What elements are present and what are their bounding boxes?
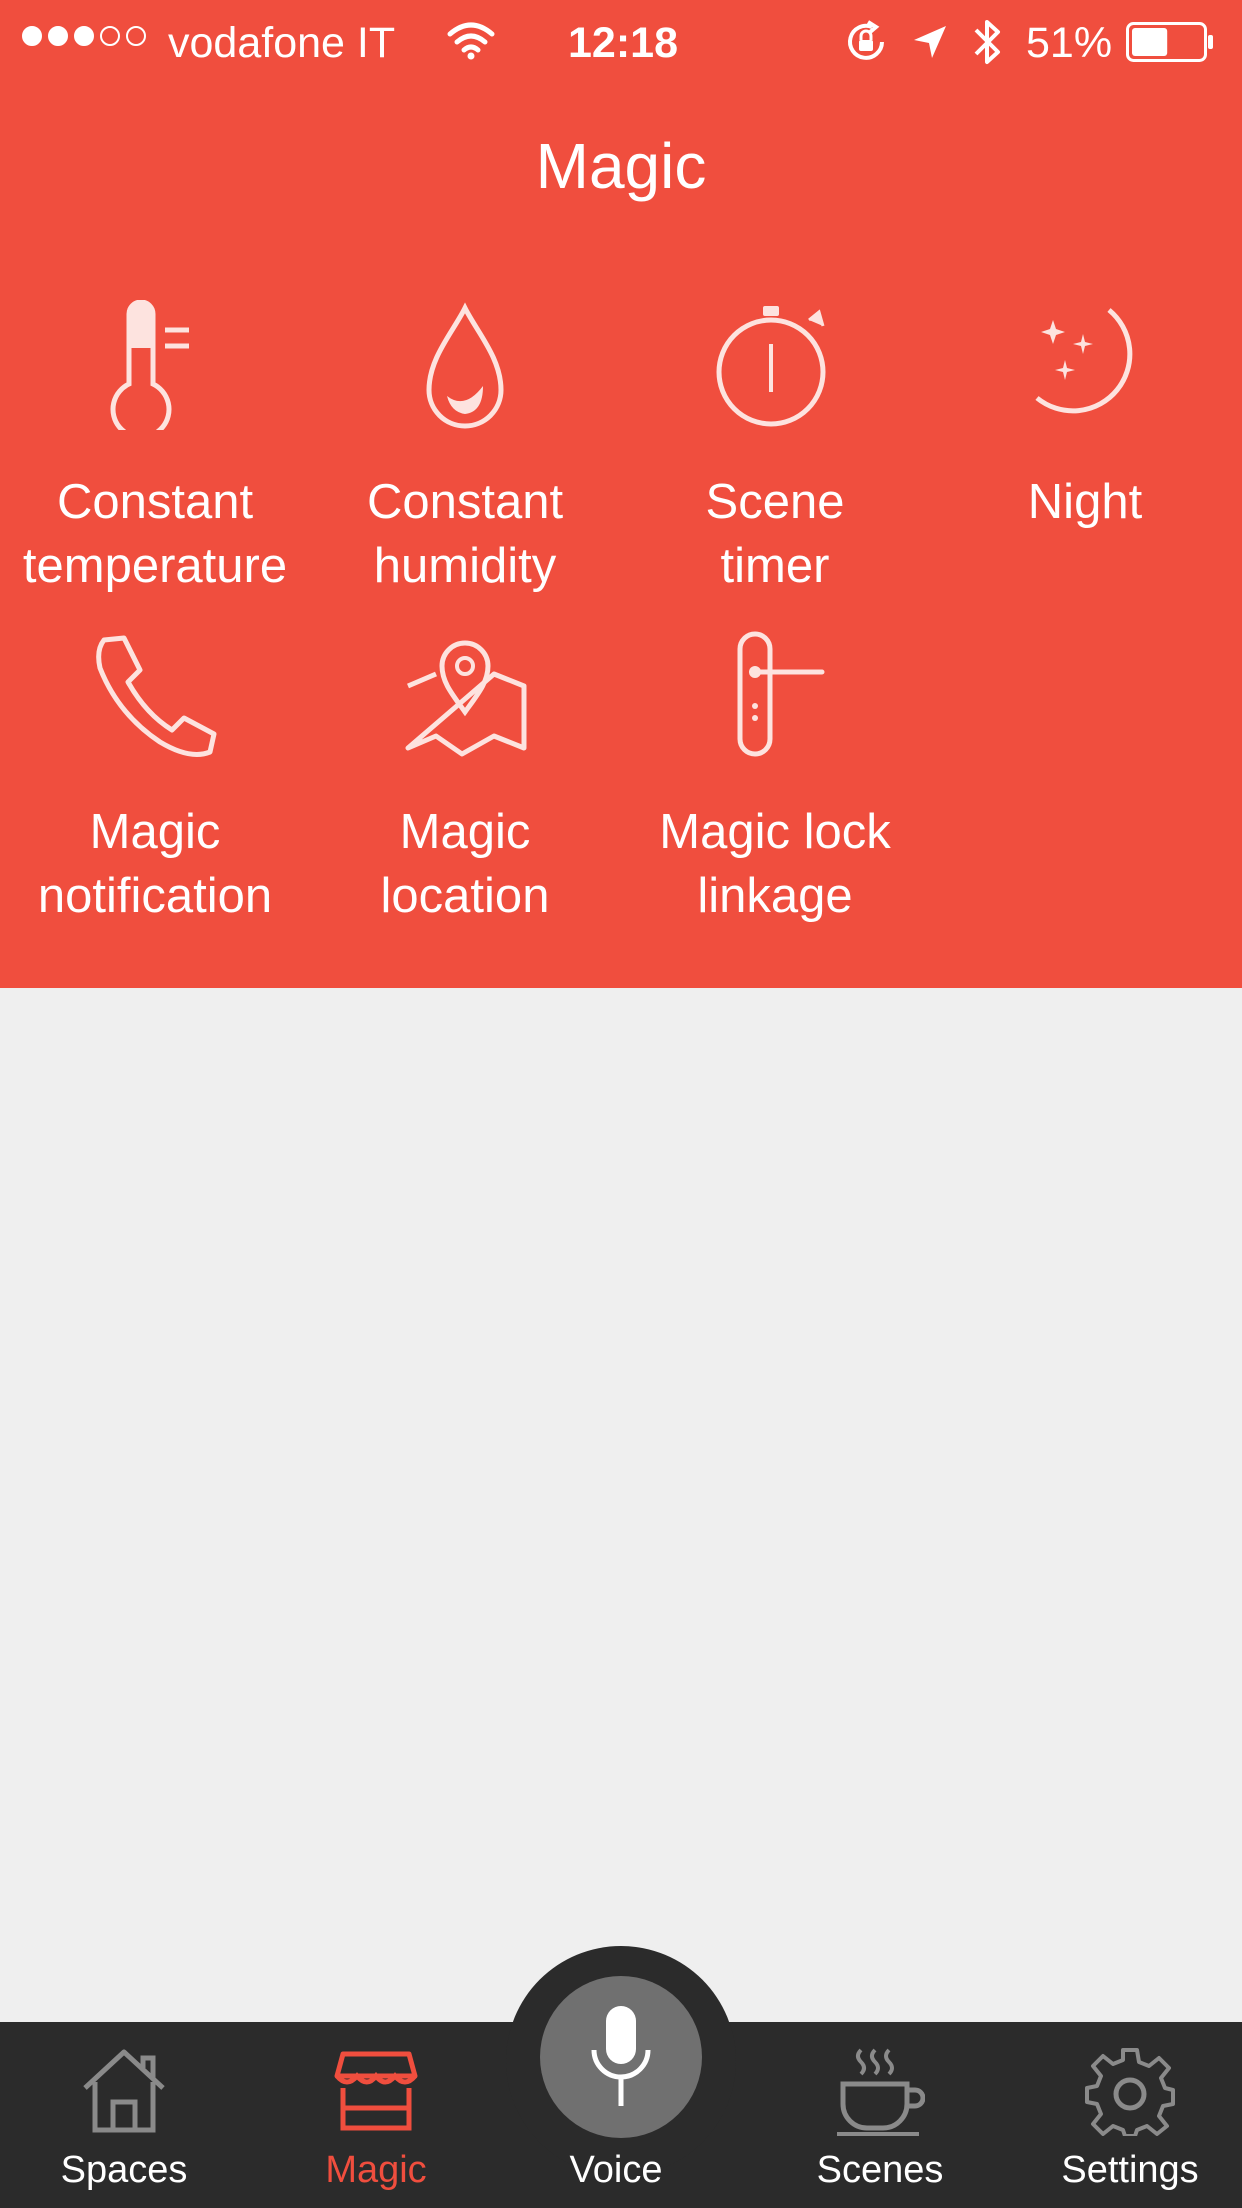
feature-label: Night [1027,475,1143,529]
tab-label: Scenes [816,2149,944,2191]
status-bar: vodafone IT 12:18 51% [0,0,1242,86]
tab-label: Voice [569,2149,663,2191]
feature-constant-temperature[interactable]: Constant temperature [0,300,310,598]
tab-label: Spaces [60,2149,188,2191]
feature-label: Magic location [380,805,550,923]
status-time: 12:18 [568,19,678,67]
feature-label: Constant temperature [22,475,288,593]
door-handle-icon [737,631,825,757]
tab-voice[interactable]: Voice [496,2046,736,2196]
map-pin-icon [405,640,527,757]
carrier-name: vodafone IT [168,19,396,67]
feature-scene-timer[interactable]: Scene timer [620,300,930,598]
tab-magic[interactable]: Magic [256,2046,496,2196]
coffee-cup-icon [837,2048,925,2136]
tab-label: Settings [1061,2149,1199,2191]
tab-spaces[interactable]: Spaces [4,2046,244,2196]
house-icon [83,2049,165,2133]
feature-magic-location[interactable]: Magic location [310,630,620,928]
tab-label: Magic [325,2149,427,2191]
phone-icon [96,635,217,757]
tab-settings[interactable]: Settings [1010,2046,1242,2196]
rotation-lock-icon [848,20,884,60]
bluetooth-icon [974,20,1000,64]
battery-icon [1126,22,1213,62]
signal-strength-icon [22,26,146,46]
wifi-icon [447,22,495,60]
feature-constant-humidity[interactable]: Constant humidity [310,300,620,598]
stopwatch-icon [716,306,826,427]
tab-scenes[interactable]: Scenes [760,2046,1000,2196]
shop-icon [334,2051,418,2131]
battery-percentage: 51% [1026,19,1113,67]
gear-icon [1085,2048,1175,2136]
feature-label: Scene timer [705,475,845,593]
droplet-icon [426,302,504,429]
feature-magic-notification[interactable]: Magic notification [0,630,310,928]
moon-stars-icon [1035,308,1133,414]
feature-night[interactable]: Night [930,300,1240,534]
page-title: Magic [535,130,707,202]
location-arrow-icon [914,26,946,58]
feature-magic-lock-linkage[interactable]: Magic lock linkage [620,630,930,928]
feature-label: Magic notification [37,805,273,923]
thermometer-icon [110,300,189,430]
feature-label: Magic lock linkage [659,805,891,923]
feature-label: Constant humidity [366,475,564,593]
